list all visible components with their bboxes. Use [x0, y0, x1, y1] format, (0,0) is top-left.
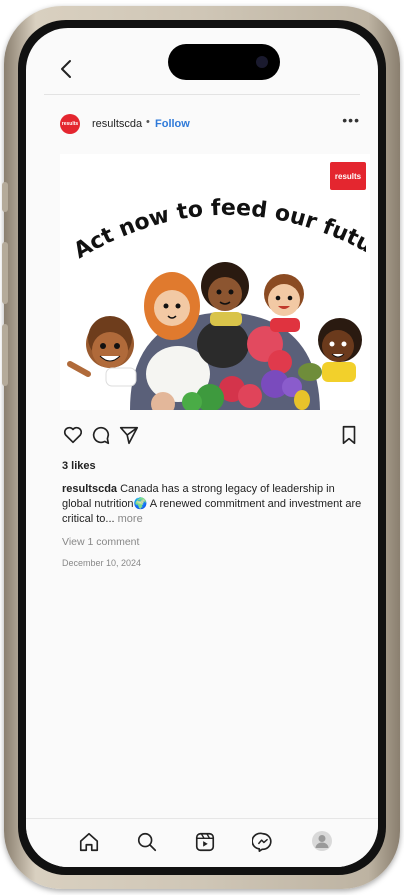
account-avatar[interactable]: results	[60, 114, 80, 134]
likes-count[interactable]: 3 likes	[62, 460, 96, 472]
action-button	[2, 182, 8, 212]
action-bar	[62, 424, 360, 450]
phone-bezel: results resultscda • Follow ••• results …	[18, 20, 386, 875]
volume-up-button	[2, 242, 8, 304]
username[interactable]: resultscda	[92, 118, 142, 130]
post-date: December 10, 2024	[62, 558, 142, 568]
more-options-icon[interactable]: •••	[342, 112, 360, 128]
profile-avatar[interactable]	[312, 831, 332, 851]
home-icon[interactable]	[78, 831, 100, 853]
volume-down-button	[2, 324, 8, 386]
dynamic-island	[168, 44, 280, 80]
header-divider	[44, 94, 360, 95]
screen: results resultscda • Follow ••• results …	[26, 28, 378, 867]
view-comments-link[interactable]: View 1 comment	[62, 536, 139, 548]
comment-icon[interactable]	[90, 424, 112, 446]
post-header: results resultscda • Follow •••	[60, 112, 360, 142]
separator-dot: •	[146, 116, 150, 128]
heart-icon[interactable]	[62, 424, 84, 446]
phone-frame: results resultscda • Follow ••• results …	[2, 6, 400, 889]
caption: resultscda Canada has a strong legacy of…	[62, 482, 362, 527]
post-image[interactable]: results Act now to feed our future!	[60, 154, 370, 410]
share-icon[interactable]	[118, 424, 140, 446]
follow-button[interactable]: Follow	[155, 118, 190, 130]
bottom-nav	[26, 818, 378, 867]
profile-silhouette-icon	[315, 835, 329, 848]
search-icon[interactable]	[136, 831, 158, 853]
caption-more-link[interactable]: more	[118, 513, 143, 525]
back-arrow-icon[interactable]	[56, 58, 78, 80]
bookmark-icon[interactable]	[338, 424, 360, 446]
messenger-icon[interactable]	[252, 831, 274, 853]
camera-icon	[256, 56, 268, 68]
caption-username[interactable]: resultscda	[62, 483, 117, 495]
illustration-children	[67, 262, 362, 410]
reels-icon[interactable]	[194, 831, 216, 853]
